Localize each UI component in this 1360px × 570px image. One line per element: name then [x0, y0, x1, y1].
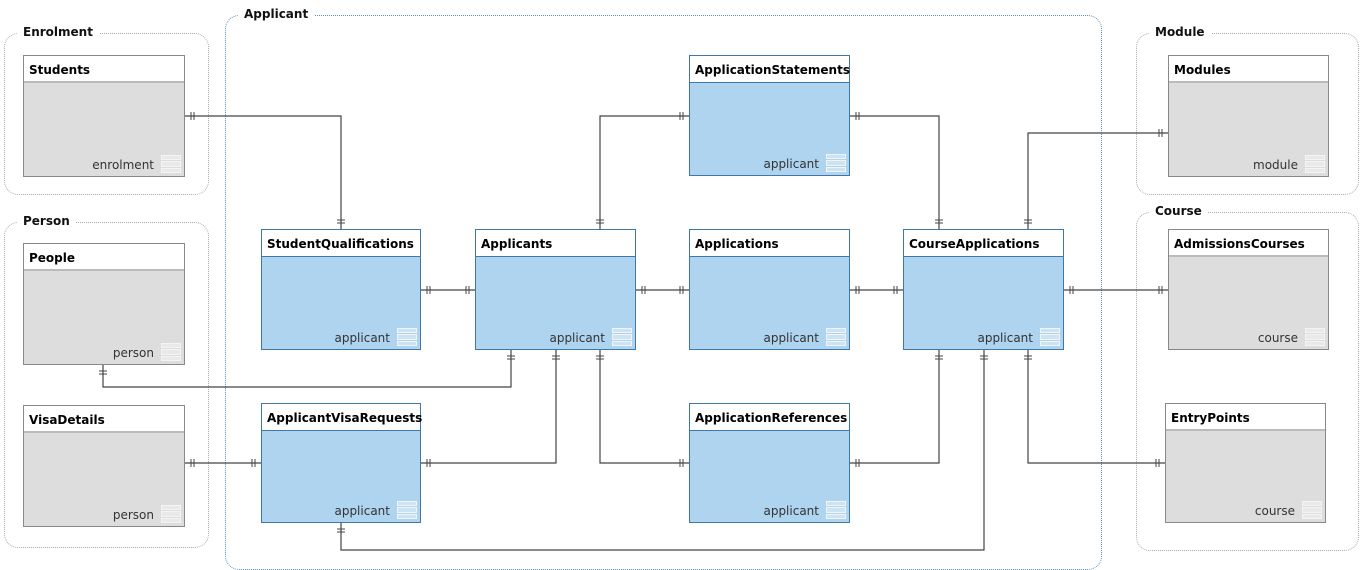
relationship-line — [340, 350, 985, 551]
entity-title: ApplicationReferences — [690, 404, 849, 431]
entity-title: CourseApplications — [904, 230, 1063, 257]
entity-entry-points[interactable]: EntryPoints course — [1165, 403, 1326, 523]
entity-schema: applicant — [549, 331, 605, 345]
entity-application-statements[interactable]: ApplicationStatements applicant — [689, 55, 850, 176]
entity-course-applications[interactable]: CourseApplications applicant — [903, 229, 1064, 350]
entity-application-references[interactable]: ApplicationReferences applicant — [689, 403, 850, 523]
entity-schema: person — [112, 346, 154, 360]
entity-visa-details[interactable]: VisaDetails person — [23, 405, 185, 527]
entity-schema: person — [112, 508, 154, 522]
table-icon — [612, 328, 632, 346]
table-icon — [1305, 155, 1325, 173]
entity-modules[interactable]: Modules module — [1168, 55, 1329, 177]
entity-student-qualifications[interactable]: StudentQualifications applicant — [261, 229, 421, 350]
entity-title: StudentQualifications — [262, 230, 420, 257]
entity-schema: course — [1254, 504, 1295, 518]
entity-title: VisaDetails — [24, 406, 184, 433]
entity-schema: applicant — [763, 504, 819, 518]
entity-students[interactable]: Students enrolment — [23, 55, 185, 177]
relationship-line — [1027, 132, 1168, 229]
entity-people[interactable]: People person — [23, 243, 185, 365]
table-icon — [161, 155, 181, 173]
table-icon — [397, 328, 417, 346]
table-icon — [397, 501, 417, 519]
entity-title: People — [24, 244, 184, 271]
entity-title: ApplicationStatements — [690, 56, 850, 83]
table-icon — [826, 154, 846, 172]
entity-title: ApplicantVisaRequests — [262, 404, 422, 431]
entity-admissions-courses[interactable]: AdmissionsCourses course — [1168, 229, 1329, 350]
table-icon — [1305, 328, 1325, 346]
entity-title: Students — [24, 56, 184, 83]
relationship-line — [1027, 350, 1165, 464]
entity-schema: enrolment — [92, 158, 154, 172]
entity-title: Applicants — [476, 230, 635, 257]
entity-schema: applicant — [763, 331, 819, 345]
relationship-line — [185, 115, 342, 229]
entity-applicant-visa-requests[interactable]: ApplicantVisaRequests applicant — [261, 403, 422, 523]
entity-schema: course — [1257, 331, 1298, 345]
table-icon — [161, 343, 181, 361]
entity-schema: applicant — [977, 331, 1033, 345]
entity-applications[interactable]: Applications applicant — [689, 229, 850, 350]
entity-title: Applications — [690, 230, 849, 257]
entity-schema: applicant — [334, 331, 390, 345]
entity-schema: module — [1253, 158, 1298, 172]
entity-title: AdmissionsCourses — [1169, 230, 1328, 257]
table-icon — [826, 328, 846, 346]
table-icon — [161, 505, 181, 523]
entity-schema: applicant — [763, 157, 819, 171]
relationship-line — [421, 350, 557, 464]
entity-applicants[interactable]: Applicants applicant — [475, 229, 636, 350]
relationship-line — [599, 115, 689, 229]
entity-schema: applicant — [334, 504, 390, 518]
entity-title: Modules — [1169, 56, 1328, 83]
table-icon — [826, 501, 846, 519]
relationship-line — [599, 350, 689, 464]
table-icon — [1040, 328, 1060, 346]
relationship-lines — [99, 112, 1168, 551]
relationship-line — [850, 350, 940, 464]
entity-title: EntryPoints — [1166, 404, 1325, 431]
table-icon — [1302, 501, 1322, 519]
relationship-line — [850, 115, 940, 229]
